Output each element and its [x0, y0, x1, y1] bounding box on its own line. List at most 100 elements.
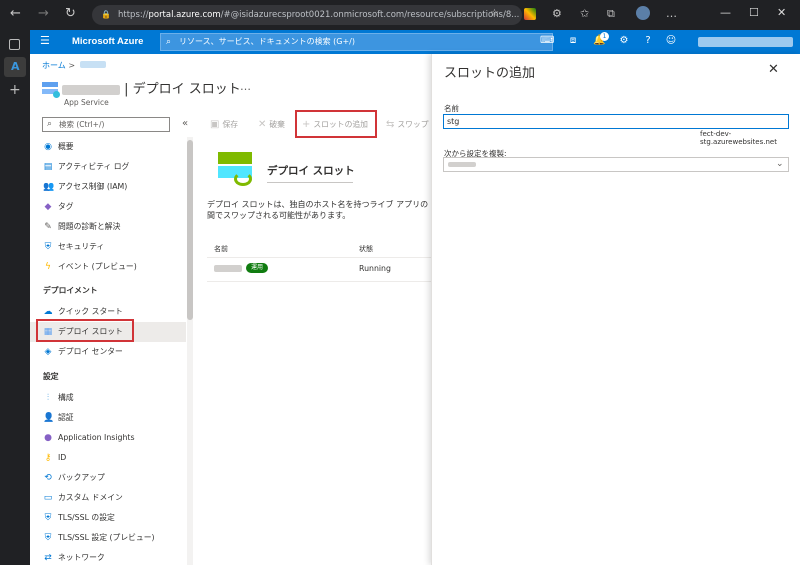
table-header-divider [207, 257, 432, 258]
global-search-input[interactable]: ⌕ リソース、サービス、ドキュメントの検索 (G+/) [160, 33, 553, 51]
people-icon: 👥 [43, 182, 55, 192]
panel-title: スロットの追加 [444, 66, 536, 81]
swap-label: スワップ [397, 120, 429, 129]
menu-item-iam[interactable]: 👥 アクセス制御 (IAM) [30, 177, 186, 197]
menu-item-events[interactable]: ϟ イベント (プレビュー) [30, 257, 186, 277]
azure-tab-icon: A [11, 60, 20, 73]
menu-item-security[interactable]: ⛨ セキュリティ [30, 237, 186, 257]
back-icon[interactable]: ← [10, 6, 21, 21]
menu-item-label: 構成 [58, 393, 74, 402]
notification-badge: 1 [600, 32, 609, 41]
favorite-star-icon[interactable]: ☆ [490, 8, 499, 19]
shield-icon: ⛨ [44, 533, 52, 543]
menu-search-input[interactable]: ⌕ 検索 (Ctrl+/) [42, 117, 170, 132]
account-directory-redacted[interactable] [698, 37, 793, 47]
more-icon[interactable]: … [666, 7, 677, 20]
menu-item-label: 認証 [58, 413, 74, 422]
menu-item-label: バックアップ [58, 473, 105, 482]
column-header-status[interactable]: 状態 [359, 244, 373, 254]
menu-item-custom-domains[interactable]: ▭ カスタム ドメイン [30, 488, 186, 508]
bulb-icon: ● [44, 433, 52, 443]
browser-side-rail: A + [0, 30, 30, 565]
url-host: portal.azure.com [148, 10, 221, 20]
menu-item-app-insights[interactable]: ● Application Insights [30, 428, 186, 448]
menu-item-tags[interactable]: ◆ タグ [30, 197, 186, 217]
save-button[interactable]: ▣ 保存 [210, 119, 238, 130]
lightning-icon: ϟ [45, 262, 51, 272]
menu-item-tls-ssl[interactable]: ⛨ TLS/SSL の設定 [30, 508, 186, 528]
shield-icon: ⛨ [44, 513, 52, 523]
forward-icon[interactable]: → [38, 6, 49, 21]
sliders-icon: ⫶ [46, 393, 50, 403]
menu-item-activity-log[interactable]: ▤ アクティビティ ログ [30, 157, 186, 177]
settings-gear-icon[interactable]: ⚙ [618, 35, 630, 47]
breadcrumb-home[interactable]: ホーム [42, 61, 66, 70]
extension-icon[interactable] [524, 8, 536, 20]
menu-item-label: ネットワーク [58, 553, 105, 562]
menu-item-label: カスタム ドメイン [58, 493, 123, 502]
profile-avatar[interactable] [636, 6, 650, 20]
discard-button[interactable]: ✕ 破棄 [258, 119, 285, 130]
breadcrumb-separator: > [68, 61, 76, 70]
globe-icon: ◉ [44, 142, 52, 152]
swap-button[interactable]: ⇆ スワップ [386, 119, 429, 130]
refresh-icon[interactable]: ↻ [65, 6, 76, 21]
menu-item-authentication[interactable]: 👤 認証 [30, 408, 186, 428]
menu-item-backup[interactable]: ⟲ バックアップ [30, 468, 186, 488]
resource-name-redacted [62, 84, 120, 95]
user-key-icon: 👤 [43, 413, 55, 423]
menu-search-placeholder: 検索 (Ctrl+/) [59, 120, 105, 129]
favorites-icon[interactable]: ✩ [580, 7, 589, 20]
minimize-icon[interactable]: — [720, 6, 731, 19]
menu-item-identity[interactable]: ⚷ ID [30, 448, 186, 468]
menu-scrollbar-thumb[interactable] [187, 140, 193, 320]
collapse-menu-button[interactable]: « [182, 118, 188, 129]
feedback-icon[interactable]: ☺ [665, 35, 677, 47]
domain-icon: ▭ [43, 493, 53, 503]
backup-icon: ⟲ [44, 473, 52, 483]
directory-filter-icon[interactable]: ⧈ [567, 35, 579, 47]
new-tab-icon[interactable]: + [9, 82, 21, 98]
log-icon: ▤ [43, 162, 53, 172]
discard-label: 破棄 [269, 120, 285, 129]
menu-item-label: セキュリティ [58, 242, 105, 251]
url-scheme: https:// [118, 10, 149, 20]
menu-item-label: Application Insights [58, 433, 135, 442]
cloud-icon: ☁ [43, 307, 53, 317]
tag-icon: ◆ [44, 202, 52, 212]
panel-close-icon[interactable]: ✕ [768, 62, 779, 77]
cloud-shell-icon[interactable]: ⌨ [540, 35, 554, 47]
menu-item-label: デプロイ センター [58, 347, 123, 356]
extensions-puzzle-icon[interactable]: ⚙ [552, 7, 562, 20]
search-icon: ⌕ [47, 119, 53, 129]
close-window-icon[interactable]: ✕ [777, 6, 786, 19]
key-icon: ⚷ [44, 453, 52, 463]
breadcrumb-resource-redacted[interactable] [80, 61, 106, 68]
menu-item-label: タグ [58, 202, 74, 211]
browser-chrome: ← → ↻ 🔒 https://portal.azure.com/#@isida… [0, 0, 800, 30]
vertical-tab[interactable]: A [4, 57, 26, 77]
maximize-icon[interactable]: ☐ [749, 6, 759, 19]
slot-name-input[interactable] [443, 114, 789, 129]
content-description: デプロイ スロットは、独自のホスト名を持つライブ アプリの間でスワップされる可能… [207, 200, 429, 220]
address-bar[interactable]: 🔒 https://portal.azure.com/#@isidazurecs… [92, 5, 522, 25]
network-icon: ⇄ [44, 553, 52, 563]
menu-item-deployment-center[interactable]: ◈ デプロイ センター [30, 342, 186, 362]
menu-item-networking[interactable]: ⇄ ネットワーク [30, 548, 186, 565]
hostname-suffix: fect-dev-stg.azurewebsites.net [700, 130, 777, 146]
menu-item-overview[interactable]: ◉ 概要 [30, 137, 186, 157]
menu-item-configuration[interactable]: ⫶ 構成 [30, 388, 186, 408]
slot-name-redacted[interactable] [214, 265, 242, 272]
portal-brand[interactable]: Microsoft Azure [72, 36, 143, 47]
help-icon[interactable]: ? [642, 35, 654, 47]
column-header-name[interactable]: 名前 [214, 244, 228, 254]
menu-item-tls-ssl-preview[interactable]: ⛨ TLS/SSL 設定 (プレビュー) [30, 528, 186, 548]
name-label: 名前 [444, 104, 459, 113]
hamburger-menu-icon[interactable]: ☰ [40, 34, 50, 47]
tab-actions-icon[interactable] [9, 39, 20, 50]
menu-item-label: TLS/SSL 設定 (プレビュー) [58, 533, 155, 542]
clone-settings-dropdown[interactable] [443, 157, 789, 172]
more-actions-button[interactable]: … [240, 80, 251, 93]
collections-icon[interactable]: ⧉ [607, 7, 615, 21]
menu-item-diagnose[interactable]: ✎ 問題の診断と解決 [30, 217, 186, 237]
